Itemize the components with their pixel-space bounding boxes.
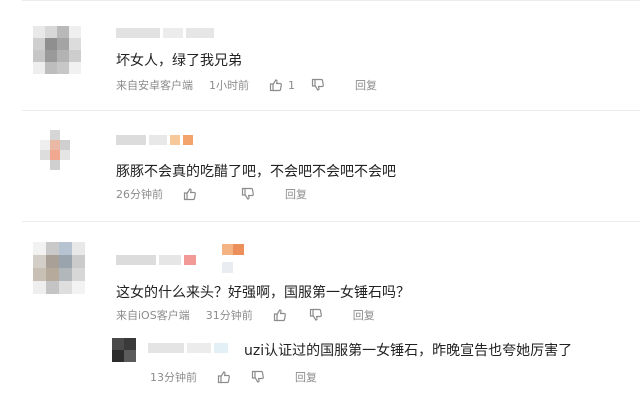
like-count: 1: [288, 78, 295, 92]
divider: [22, 0, 640, 1]
like-control[interactable]: [271, 307, 289, 323]
user-badge-icon: [222, 244, 233, 255]
thumb-down-icon[interactable]: [239, 186, 257, 202]
comment-text: 豚豚不会真的吃醋了吧，不会吧不会吧不会吧: [116, 164, 396, 180]
comment-text: 坏女人，绿了我兄弟: [116, 53, 242, 69]
user-badge-icon: [222, 262, 233, 273]
comment-source: 来自iOS客户端: [116, 309, 190, 322]
thumb-up-icon[interactable]: [271, 307, 289, 323]
like-control[interactable]: 1: [267, 77, 295, 93]
reply-time: 13分钟前: [150, 371, 197, 384]
divider: [22, 221, 640, 222]
comment-meta: 来自iOS客户端 31分钟前 回复: [116, 307, 375, 323]
avatar[interactable]: [112, 338, 136, 362]
avatar[interactable]: [40, 130, 80, 170]
thumb-down-icon[interactable]: [249, 369, 267, 385]
thumb-up-icon[interactable]: [215, 369, 233, 385]
comment-text: 这女的什么来头？好强啊，国服第一女锤石吗？: [116, 285, 410, 301]
username[interactable]: [116, 135, 193, 145]
username[interactable]: [116, 255, 209, 265]
reply-button[interactable]: 回复: [353, 307, 375, 323]
divider: [22, 110, 640, 111]
thumb-down-icon[interactable]: [309, 77, 327, 93]
like-control[interactable]: [181, 186, 199, 202]
comment-time: 31分钟前: [205, 309, 253, 322]
comment-time: 1小时前: [209, 79, 249, 92]
comment-meta: 来自安卓客户端 1小时前 1 回复: [116, 77, 377, 93]
thumb-down-icon[interactable]: [307, 307, 325, 323]
comment-source: 来自安卓客户端: [116, 79, 193, 92]
reply-meta: 13分钟前 回复: [150, 369, 317, 385]
reply-button[interactable]: 回复: [355, 77, 377, 93]
username[interactable]: [116, 28, 214, 38]
user-badge-icon: [233, 244, 244, 255]
reply-button[interactable]: 回复: [295, 369, 317, 385]
reply-text: uzi认证过的国服第一女锤石，昨晚宣告也夸她厉害了: [244, 343, 573, 359]
username[interactable]: [148, 343, 228, 353]
reply-button[interactable]: 回复: [285, 186, 307, 202]
like-control[interactable]: [215, 369, 233, 385]
thumb-up-icon[interactable]: [267, 77, 285, 93]
avatar[interactable]: [33, 26, 81, 74]
thumb-up-icon[interactable]: [181, 186, 199, 202]
comment-meta: 26分钟前 回复: [116, 186, 307, 202]
comment-time: 26分钟前: [116, 188, 163, 201]
avatar[interactable]: [33, 242, 85, 294]
